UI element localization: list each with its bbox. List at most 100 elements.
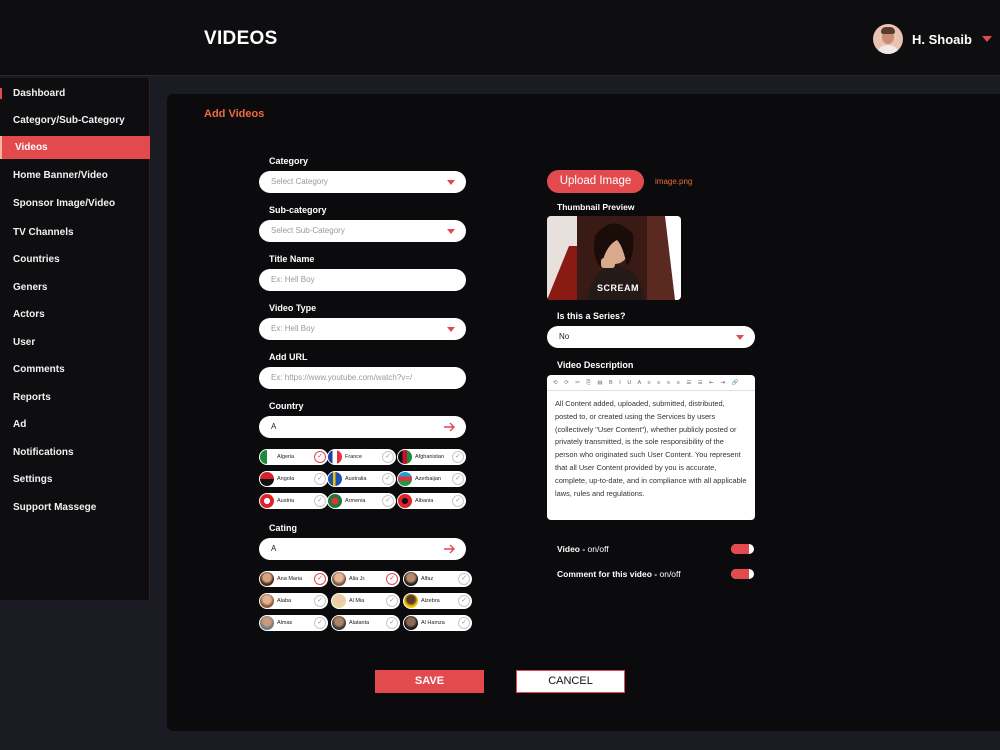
country-chip-austria[interactable]: Austria ✓ — [259, 493, 328, 509]
video-type-label: Video Type — [269, 303, 317, 313]
sidebar-item-reports[interactable]: Reports — [0, 386, 150, 409]
check-icon[interactable]: ✓ — [452, 473, 464, 485]
editor-toolbar[interactable]: ⟲ ⟳ ✂ ⎘ ▤ B I U A ≡ ≡ ≡ ≡ ☰ ☰ ⇤ ⇥ 🔗 — [547, 375, 755, 391]
cancel-button[interactable]: CANCEL — [516, 670, 625, 693]
sidebar-item-settings[interactable]: Settings — [0, 468, 150, 491]
check-icon[interactable]: ✓ — [386, 573, 398, 585]
check-icon[interactable]: ✓ — [314, 495, 326, 507]
albania-flag-icon — [398, 494, 412, 508]
avatar[interactable] — [873, 24, 903, 54]
description-editor[interactable]: ⟲ ⟳ ✂ ⎘ ▤ B I U A ≡ ≡ ≡ ≡ ☰ ☰ ⇤ ⇥ 🔗 All … — [547, 375, 755, 520]
check-icon[interactable]: ✓ — [386, 595, 398, 607]
category-select[interactable]: Select Category — [259, 171, 466, 193]
description-text[interactable]: All Content added, uploaded, submitted, … — [547, 391, 755, 507]
chevron-down-icon[interactable] — [981, 36, 992, 42]
comment-toggle[interactable] — [731, 569, 754, 579]
sidebar-item-label: Home Banner/Video — [13, 170, 108, 181]
upload-image-button[interactable]: Upload Image — [547, 170, 644, 193]
actor-avatar — [404, 594, 418, 608]
check-icon[interactable]: ✓ — [314, 595, 326, 607]
check-icon[interactable]: ✓ — [314, 573, 326, 585]
cast-chip-almas[interactable]: Almas ✓ — [259, 615, 328, 631]
check-icon[interactable]: ✓ — [452, 495, 464, 507]
country-chip-algeria[interactable]: Algeria ✓ — [259, 449, 328, 465]
chip-label: Algeria — [277, 454, 295, 460]
description-label: Video Description — [557, 360, 634, 370]
chip-label: Alatanta — [349, 620, 370, 626]
check-icon[interactable]: ✓ — [314, 617, 326, 629]
cast-chip-alzebra[interactable]: Alzebra ✓ — [403, 593, 472, 609]
check-icon[interactable]: ✓ — [382, 473, 394, 485]
sidebar-item-dashboard[interactable]: Dashboard — [0, 82, 150, 105]
country-chip-angola[interactable]: Angola ✓ — [259, 471, 328, 487]
user-name[interactable]: H. Shoaib — [912, 32, 972, 47]
chip-label: Almas — [277, 620, 293, 626]
check-icon[interactable]: ✓ — [386, 617, 398, 629]
arrow-right-icon[interactable] — [442, 420, 456, 434]
sidebar-item-sponsor[interactable]: Sponsor Image/Video — [0, 192, 150, 215]
sidebar-item-label: Category/Sub-Category — [13, 115, 125, 126]
thumbnail-preview: SCREAM — [547, 216, 681, 300]
sidebar-item-user[interactable]: User — [0, 331, 150, 354]
cast-chip-alaba[interactable]: Alaba ✓ — [259, 593, 328, 609]
sidebar-item-countries[interactable]: Countries — [0, 248, 150, 271]
check-icon[interactable]: ✓ — [314, 473, 326, 485]
sidebar-item-videos[interactable]: Videos — [0, 136, 150, 159]
sidebar-item-geners[interactable]: Geners — [0, 276, 150, 299]
cast-chip-alfaz[interactable]: Alfaz ✓ — [403, 571, 472, 587]
check-icon[interactable]: ✓ — [382, 495, 394, 507]
check-icon[interactable]: ✓ — [458, 617, 470, 629]
actor-avatar — [332, 616, 346, 630]
sidebar-item-actors[interactable]: Actors — [0, 303, 150, 326]
sidebar-item-tv-channels[interactable]: TV Channels — [0, 221, 150, 244]
video-toggle[interactable] — [731, 544, 754, 554]
cast-chip-alia-jr[interactable]: Alia Jr. ✓ — [331, 571, 400, 587]
cating-label: Cating — [269, 523, 297, 533]
title-name-input[interactable]: Ex: Hell Boy — [259, 269, 466, 291]
country-chip-australia[interactable]: Australia ✓ — [327, 471, 396, 487]
series-select[interactable]: No — [547, 326, 755, 348]
title-name-placeholder: Ex: Hell Boy — [271, 275, 315, 284]
armenia-flag-icon — [328, 494, 342, 508]
country-chip-azerbaijan[interactable]: Azerbaijan ✓ — [397, 471, 466, 487]
arrow-right-icon[interactable] — [442, 542, 456, 556]
actor-avatar — [260, 616, 274, 630]
country-chip-afghanistan[interactable]: Afghanistan ✓ — [397, 449, 466, 465]
check-icon[interactable]: ✓ — [452, 451, 464, 463]
country-chip-albania[interactable]: Albania ✓ — [397, 493, 466, 509]
user-menu[interactable]: H. Shoaib — [873, 24, 992, 54]
sidebar-item-home-banner[interactable]: Home Banner/Video — [0, 164, 150, 187]
country-chip-armenia[interactable]: Armenia ✓ — [327, 493, 396, 509]
sidebar-item-comments[interactable]: Comments — [0, 358, 150, 381]
thumbnail-label: Thumbnail Preview — [557, 202, 635, 212]
category-label: Category — [269, 156, 309, 166]
sidebar-item-ad[interactable]: Ad — [0, 413, 150, 436]
sidebar-item-label: Ad — [13, 419, 27, 430]
cast-chip-al-mia[interactable]: Al Mia ✓ — [331, 593, 400, 609]
sidebar-item-label: User — [13, 337, 36, 348]
check-icon[interactable]: ✓ — [382, 451, 394, 463]
cast-chip-alatanta[interactable]: Alatanta ✓ — [331, 615, 400, 631]
country-chip-france[interactable]: France ✓ — [327, 449, 396, 465]
save-button[interactable]: SAVE — [375, 670, 484, 693]
country-search-input[interactable]: A — [259, 416, 466, 438]
sidebar-item-label: Countries — [13, 254, 60, 265]
sidebar-item-category[interactable]: Category/Sub-Category — [0, 109, 150, 132]
check-icon[interactable]: ✓ — [458, 595, 470, 607]
toggle-label-sub: on/off — [587, 544, 609, 554]
chip-label: Austria — [277, 498, 295, 504]
cast-chip-ana-maria[interactable]: Ana Maria ✓ — [259, 571, 328, 587]
check-icon[interactable]: ✓ — [314, 451, 326, 463]
cating-search-input[interactable]: A — [259, 538, 466, 560]
title-name-label: Title Name — [269, 254, 315, 264]
sidebar-item-label: Dashboard — [13, 88, 66, 99]
check-icon[interactable]: ✓ — [458, 573, 470, 585]
sidebar-item-support[interactable]: Support Massege — [0, 496, 150, 519]
url-input[interactable]: Ex: https://www.youtube.com/watch?v=/ — [259, 367, 466, 389]
sidebar-item-notifications[interactable]: Notifications — [0, 441, 150, 464]
sidebar-item-label: TV Channels — [13, 227, 74, 238]
chip-label: Australia — [345, 476, 367, 482]
cast-chip-al-hamza[interactable]: Al Hamza ✓ — [403, 615, 472, 631]
video-type-select[interactable]: Ex: Hell Boy — [259, 318, 466, 340]
subcategory-select[interactable]: Select Sub-Category — [259, 220, 466, 242]
